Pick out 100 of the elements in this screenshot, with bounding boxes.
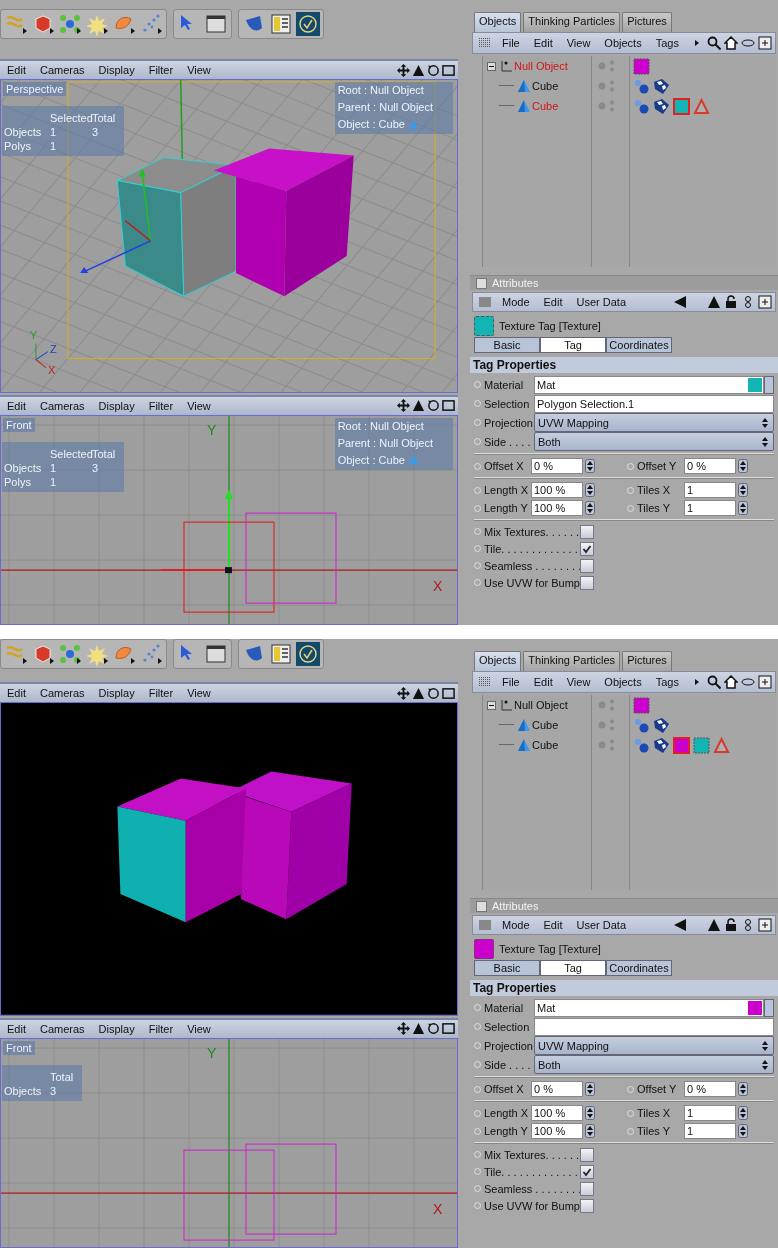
menu-item[interactable]: Edit [526,37,560,49]
menu-item[interactable]: Objects [597,37,649,49]
panel-list-icon[interactable] [269,11,293,36]
menu-item[interactable]: Edit [526,676,560,688]
number-field[interactable]: 100 % [531,1123,583,1139]
panel-tab[interactable]: Thinking Particles [523,12,621,32]
menu-item[interactable]: Filter [141,1022,181,1035]
object-name[interactable]: Cube [532,719,559,731]
home-icon[interactable] [724,675,738,689]
menu-item[interactable]: Objects [597,676,649,688]
menu-item[interactable]: View [180,399,218,412]
menu-item[interactable]: View [180,687,218,699]
attribute-tab[interactable]: Coordinates [606,960,672,976]
panel-tab[interactable]: Objects [474,651,522,671]
text-field[interactable]: Polygon Selection.1 [534,394,774,413]
number-field[interactable]: 1 [684,1123,736,1139]
lock-icon[interactable] [724,918,738,932]
number-field[interactable]: 100 % [531,500,583,516]
dropdown[interactable]: UVW Mapping [534,1036,774,1055]
spinner-icon[interactable] [585,1106,595,1120]
menu-item[interactable]: Edit [0,687,33,699]
move-icon[interactable] [397,399,410,413]
spinner-icon[interactable] [738,1124,748,1138]
attribute-tab[interactable]: Basic [474,960,540,976]
rotate-icon[interactable] [427,1022,440,1036]
rotate-icon[interactable] [427,63,440,77]
grip-icon[interactable] [479,38,491,48]
home-icon[interactable] [724,36,738,50]
object-name[interactable]: Cube [532,739,559,751]
panel-list-icon[interactable] [269,642,293,666]
dropdown[interactable]: Both [534,432,774,451]
spinner-icon[interactable] [585,483,595,497]
grip-icon[interactable] [479,920,491,930]
spinner-icon[interactable] [738,1106,748,1120]
triangle-tag-icon[interactable] [693,97,710,115]
menu-item[interactable]: View [559,37,598,49]
window-help-icon[interactable] [204,642,228,666]
checker-tag-icon[interactable] [653,736,670,754]
search-icon[interactable] [707,36,721,50]
menu-item[interactable]: Mode [495,296,537,308]
menu-item[interactable]: Cameras [32,1022,92,1035]
maximize-icon[interactable] [442,1022,455,1036]
collapse-toggle[interactable] [487,61,496,71]
triangle-icon[interactable] [412,686,425,700]
new-panel-icon[interactable] [758,918,772,932]
panel-tab[interactable]: Pictures [622,12,672,32]
viewport-canvas[interactable]: Perspective SelectedTotal Objects 1 3 Polys 1 Root : Null Object Parent : Null Object Object : Cube Y Z X [0,79,458,393]
panel-toggle[interactable] [476,900,487,912]
dropdown[interactable]: UVW Mapping [534,413,774,432]
checkbox[interactable] [580,541,594,556]
spinner-icon[interactable] [585,1082,595,1096]
attribute-tab[interactable]: Basic [474,337,540,353]
number-field[interactable]: 0 % [531,1081,583,1097]
menu-item[interactable]: Edit [536,919,570,931]
menu-item[interactable]: Display [91,1022,142,1035]
collapse-toggle[interactable] [487,700,496,710]
checkbox[interactable] [580,575,594,590]
panel-tab[interactable]: Pictures [622,651,672,671]
spinner-icon[interactable] [585,459,595,473]
maximize-icon[interactable] [442,686,455,700]
menu-item[interactable]: Edit [536,296,570,308]
number-field[interactable]: 1 [684,482,736,498]
up-arrow-icon[interactable] [707,918,721,932]
menu-item[interactable]: View [180,64,218,76]
object-name[interactable]: Null Object [514,699,568,711]
menu-item[interactable]: Cameras [32,399,92,412]
dropdown[interactable]: Both [534,1055,774,1074]
material-link-field[interactable]: Mat [534,998,764,1017]
menu-item[interactable]: View [559,676,598,688]
text-field[interactable] [534,1017,774,1036]
number-field[interactable]: 0 % [531,458,583,474]
triangle-icon[interactable] [412,399,425,413]
rotate-icon[interactable] [427,399,440,413]
menu-item[interactable]: Display [91,64,142,76]
panel-toggle[interactable] [476,277,487,289]
link-menu-button[interactable] [764,998,774,1017]
menu-item[interactable]: Mode [495,919,537,931]
menu-item[interactable]: User Data [569,919,634,931]
checkbox[interactable] [580,1164,594,1179]
material-link-field[interactable]: Mat [534,375,764,394]
nodes-tool-icon[interactable] [58,642,82,666]
panel-tab[interactable]: Thinking Particles [523,651,621,671]
maximize-icon[interactable] [442,399,455,413]
menu-item[interactable]: Tags [648,37,686,49]
triangle-icon[interactable] [412,1022,425,1036]
triangle-icon[interactable] [412,63,425,77]
menu-item[interactable]: File [495,676,527,688]
checkbox[interactable] [580,1198,594,1213]
triangle-tag-icon[interactable] [713,736,730,754]
menu-item[interactable]: Edit [0,399,33,412]
spinner-icon[interactable] [738,501,748,515]
menu-item[interactable]: Display [91,399,142,412]
spinner-icon[interactable] [738,1082,748,1096]
menu-item[interactable]: Tags [648,676,686,688]
move-icon[interactable] [397,63,410,77]
lock-icon[interactable] [724,295,738,309]
menu-item[interactable]: Cameras [32,64,92,76]
ellipse-icon[interactable] [741,36,755,50]
viewport-canvas[interactable] [0,702,458,1016]
menu-item[interactable]: User Data [569,296,634,308]
